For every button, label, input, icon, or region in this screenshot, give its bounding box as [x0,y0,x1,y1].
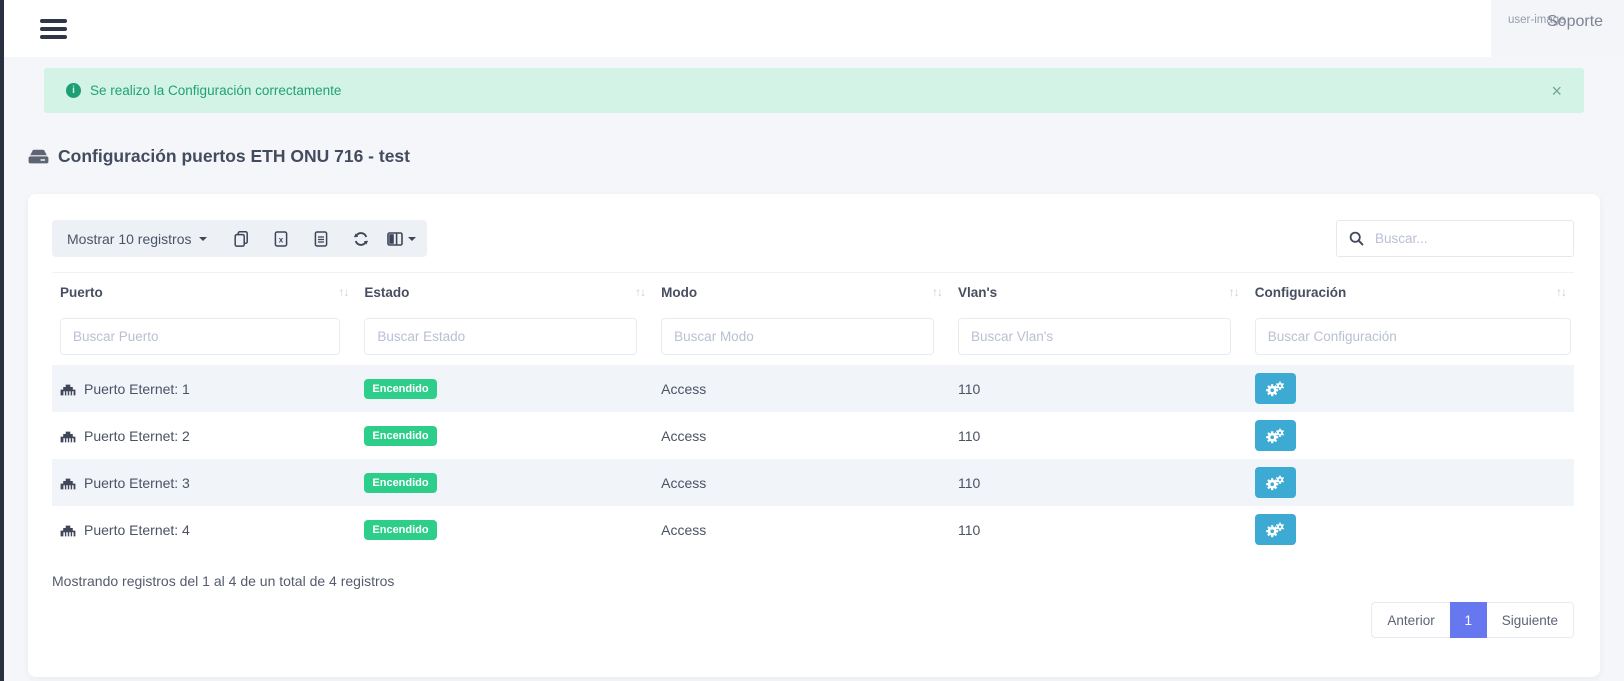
configure-port-button[interactable] [1255,514,1296,545]
status-badge: Encendido [364,473,436,493]
column-label: Vlan's [958,285,997,300]
hamburger-menu-button[interactable] [40,19,67,39]
column-header-configuracion[interactable]: Configuración ↑↓ [1247,273,1574,311]
hamburger-bar [40,27,67,31]
show-entries-label: Mostrar 10 registros [67,231,191,247]
port-name: Puerto Eternet: 3 [84,475,190,491]
port-mode: Access [653,459,950,506]
column-header-vlans[interactable]: Vlan's ↑↓ [950,273,1247,311]
column-header-estado[interactable]: Estado ↑↓ [356,273,653,311]
alert-message: Se realizo la Configuración correctament… [90,83,341,98]
table-row: Puerto Eternet: 3 Encendido Access 110 [52,459,1574,506]
ports-table: Puerto ↑↓ Estado ↑↓ Modo ↑↓ Vlan's ↑↓ [52,272,1574,553]
toolbar-button-group: Mostrar 10 registros x [52,220,427,257]
column-label: Puerto [60,285,103,300]
cogs-icon [1265,522,1285,538]
table-card: Mostrar 10 registros x [28,194,1600,677]
port-vlan: 110 [950,412,1247,459]
status-badge: Encendido [364,426,436,446]
file-text-icon [313,231,329,247]
status-badge: Encendido [364,520,436,540]
columns-icon [387,231,403,247]
table-header-row: Puerto ↑↓ Estado ↑↓ Modo ↑↓ Vlan's ↑↓ [52,273,1574,311]
cogs-icon [1265,428,1285,444]
excel-file-icon: x [273,231,289,247]
port-mode: Access [653,506,950,553]
configure-port-button[interactable] [1255,467,1296,498]
table-row: Puerto Eternet: 2 Encendido Access 110 [52,412,1574,459]
export-excel-button[interactable]: x [261,220,301,257]
table-row: Puerto Eternet: 1 Encendido Access 110 [52,365,1574,412]
user-menu[interactable]: user-image Soporte [1491,0,1624,57]
column-label: Estado [364,285,409,300]
column-header-modo[interactable]: Modo ↑↓ [653,273,950,311]
export-file-button[interactable] [301,220,341,257]
content-area: i Se realizo la Configuración correctame… [4,57,1624,677]
ethernet-icon [60,429,76,443]
table-filter-row [52,310,1574,365]
port-vlan: 110 [950,365,1247,412]
svg-text:x: x [279,235,284,244]
show-entries-dropdown[interactable]: Mostrar 10 registros [67,231,207,247]
hamburger-bar [40,35,67,39]
filter-puerto-input[interactable] [60,318,340,355]
column-label: Configuración [1255,285,1347,300]
caret-down-icon [408,237,416,241]
port-vlan: 110 [950,506,1247,553]
port-name: Puerto Eternet: 4 [84,522,190,538]
port-name: Puerto Eternet: 1 [84,381,190,397]
filter-vlans-input[interactable] [958,318,1231,355]
success-alert: i Se realizo la Configuración correctame… [44,68,1584,113]
sort-icon: ↑↓ [1556,285,1566,299]
ethernet-icon [60,382,76,396]
search-icon [1349,231,1364,246]
port-name: Puerto Eternet: 2 [84,428,190,444]
caret-down-icon [199,237,207,241]
pagination-next-button[interactable]: Siguiente [1487,602,1574,638]
column-visibility-button[interactable] [381,220,421,257]
cogs-icon [1265,475,1285,491]
hdd-icon [28,149,49,164]
info-icon: i [66,83,81,98]
ethernet-icon [60,523,76,537]
port-mode: Access [653,365,950,412]
configure-port-button[interactable] [1255,373,1296,404]
filter-modo-input[interactable] [661,318,934,355]
top-navbar: user-image Soporte [4,0,1624,57]
user-name: Soporte [1547,13,1603,31]
status-badge: Encendido [364,379,436,399]
page-header: Configuración puertos ETH ONU 716 - test [28,146,1600,167]
copy-button[interactable] [221,220,261,257]
global-search [1336,220,1574,257]
port-vlan: 110 [950,459,1247,506]
records-summary: Mostrando registros del 1 al 4 de un tot… [52,573,1574,589]
sort-icon: ↑↓ [338,285,348,299]
table-toolbar: Mostrar 10 registros x [52,220,1574,257]
sort-icon: ↑↓ [932,285,942,299]
sort-icon: ↑↓ [635,285,645,299]
table-row: Puerto Eternet: 4 Encendido Access 110 [52,506,1574,553]
ethernet-icon [60,476,76,490]
cogs-icon [1265,381,1285,397]
refresh-button[interactable] [341,220,381,257]
pagination-page-1-button[interactable]: 1 [1450,602,1487,638]
configure-port-button[interactable] [1255,420,1296,451]
search-input[interactable] [1373,230,1563,247]
pagination: Anterior 1 Siguiente [52,602,1574,638]
page-title: Configuración puertos ETH ONU 716 - test [58,146,410,167]
port-mode: Access [653,412,950,459]
column-header-puerto[interactable]: Puerto ↑↓ [52,273,356,311]
column-label: Modo [661,285,697,300]
filter-estado-input[interactable] [364,318,637,355]
close-icon[interactable]: × [1551,82,1562,100]
refresh-icon [353,231,369,247]
collapsed-sidebar [0,0,4,681]
filter-configuracion-input[interactable] [1255,318,1571,355]
hamburger-bar [40,19,67,23]
sort-icon: ↑↓ [1229,285,1239,299]
pagination-previous-button[interactable]: Anterior [1371,602,1449,638]
copy-icon [234,231,249,247]
